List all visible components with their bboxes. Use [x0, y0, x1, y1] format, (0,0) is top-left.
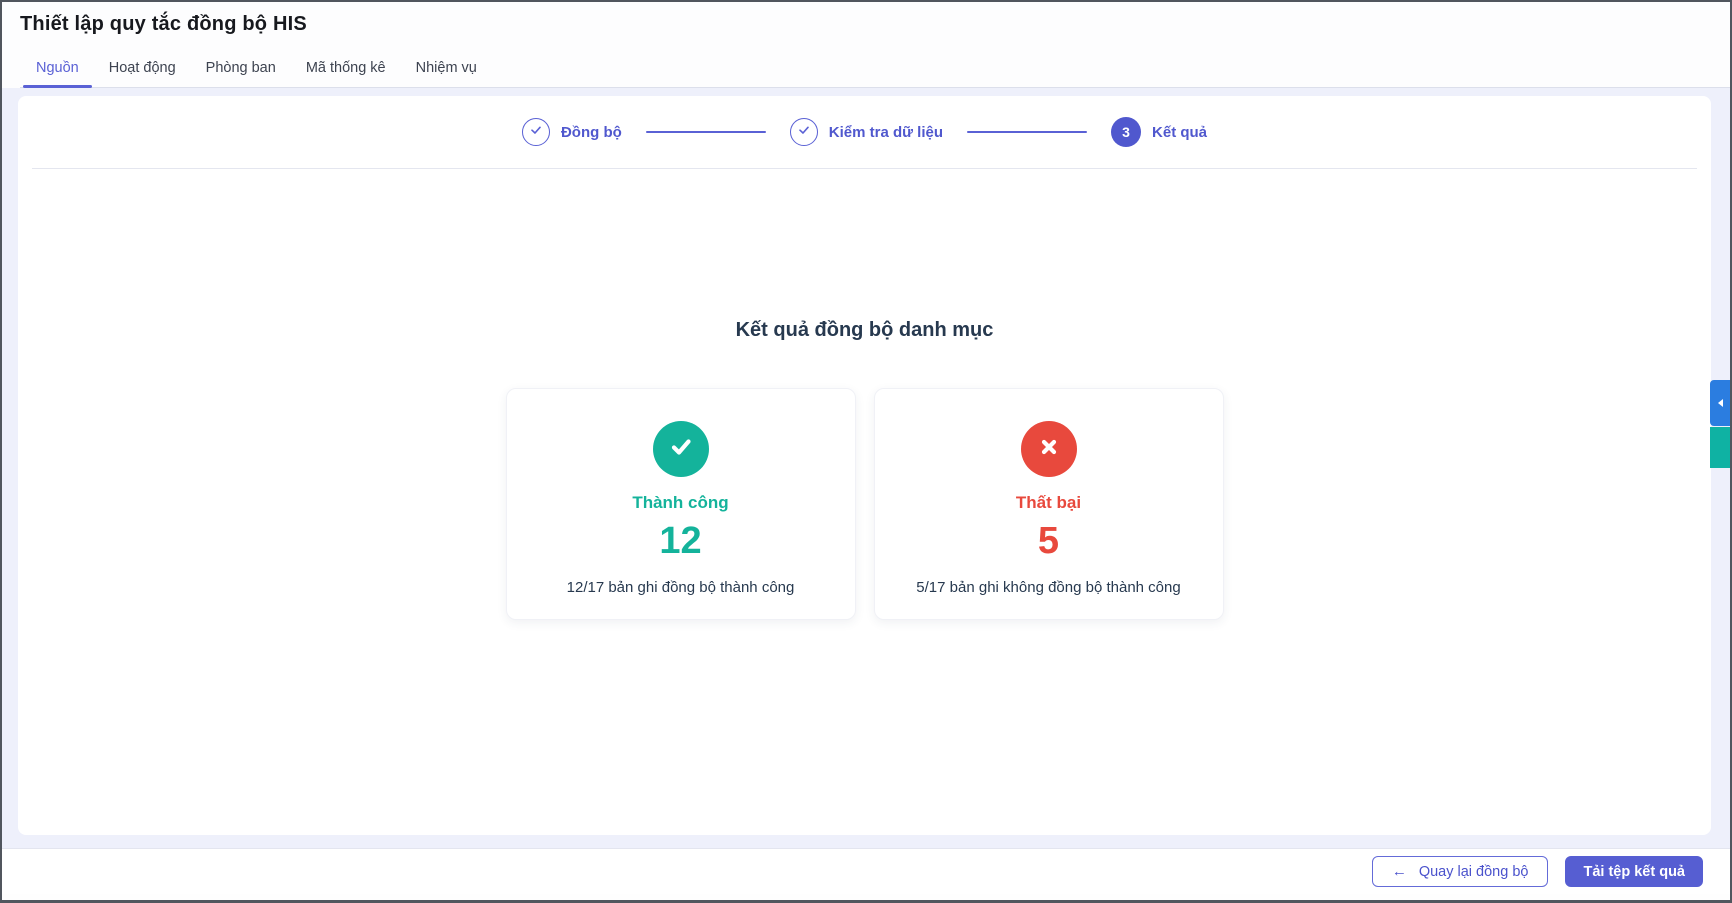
tab-bar: Nguồn Hoạt động Phòng ban Mã thống kê Nh… [20, 49, 1730, 88]
stepper-divider [32, 168, 1697, 169]
back-to-sync-label: Quay lại đồng bộ [1418, 863, 1529, 880]
arrow-left-icon: ← [1391, 863, 1407, 880]
download-results-button[interactable]: Tải tệp kết quả [1565, 856, 1703, 887]
tab-ma-thong-ke[interactable]: Mã thống kê [291, 49, 401, 87]
failure-label: Thất bại [1015, 493, 1082, 512]
failure-card: Thất bại 5 5/17 bản ghi không đồng bộ th… [873, 388, 1224, 620]
check-icon [666, 432, 696, 467]
failure-description: 5/17 bản ghi không đồng bộ thành công [916, 578, 1181, 596]
result-cards: Thành công 12 12/17 bản ghi đồng bộ thàn… [18, 388, 1711, 620]
success-count: 12 [659, 520, 702, 562]
stepper: Đồng bộ Kiểm tra dữ liệu 3 Kết quả [18, 96, 1711, 168]
success-circle [652, 421, 709, 477]
check-icon [797, 123, 811, 142]
step-connector [645, 131, 766, 133]
step-dong-bo: Đồng bộ [521, 118, 622, 146]
edge-tab-teal[interactable] [1710, 427, 1730, 468]
failure-circle [1020, 421, 1077, 477]
step-active-circle: 3 [1111, 117, 1142, 147]
content-panel: Đồng bộ Kiểm tra dữ liệu 3 Kết quả Kết q… [18, 96, 1711, 835]
results-title: Kết quả đồng bộ danh mục [735, 319, 994, 341]
chevron-left-icon [1717, 399, 1723, 407]
tab-hoat-dong[interactable]: Hoạt động [94, 49, 191, 87]
x-icon [1036, 434, 1062, 465]
success-label: Thành công [632, 493, 729, 512]
content-area: Đồng bộ Kiểm tra dữ liệu 3 Kết quả Kết q… [2, 88, 1730, 848]
header: Thiết lập quy tắc đồng bộ HIS Nguồn Hoạt… [2, 2, 1730, 88]
page-title: Thiết lập quy tắc đồng bộ HIS [20, 13, 307, 35]
footer: ← Quay lại đồng bộ Tải tệp kết quả [2, 848, 1730, 894]
step-label: Đồng bộ [560, 123, 622, 141]
tab-nhiem-vu[interactable]: Nhiệm vụ [401, 49, 492, 87]
step-label: Kết quả [1152, 123, 1208, 141]
success-card: Thành công 12 12/17 bản ghi đồng bộ thàn… [505, 388, 856, 620]
success-description: 12/17 bản ghi đồng bộ thành công [566, 578, 795, 596]
tab-phong-ban[interactable]: Phòng ban [191, 49, 291, 87]
app-window: Thiết lập quy tắc đồng bộ HIS Nguồn Hoạt… [0, 0, 1732, 903]
tab-nguon[interactable]: Nguồn [21, 49, 94, 88]
step-complete-circle [789, 118, 818, 146]
failure-count: 5 [1037, 520, 1060, 562]
back-to-sync-button[interactable]: ← Quay lại đồng bộ [1371, 856, 1549, 887]
check-icon [529, 123, 543, 142]
step-label: Kiểm tra dữ liệu [828, 123, 944, 141]
step-kiem-tra-du-lieu: Kiểm tra dữ liệu [789, 118, 944, 146]
step-complete-circle [521, 118, 550, 146]
collapse-panel-handle[interactable] [1710, 380, 1730, 426]
step-connector [967, 131, 1088, 133]
step-ket-qua: 3 Kết quả [1111, 117, 1207, 147]
download-results-label: Tải tệp kết quả [1583, 863, 1685, 880]
step-number: 3 [1122, 124, 1130, 140]
